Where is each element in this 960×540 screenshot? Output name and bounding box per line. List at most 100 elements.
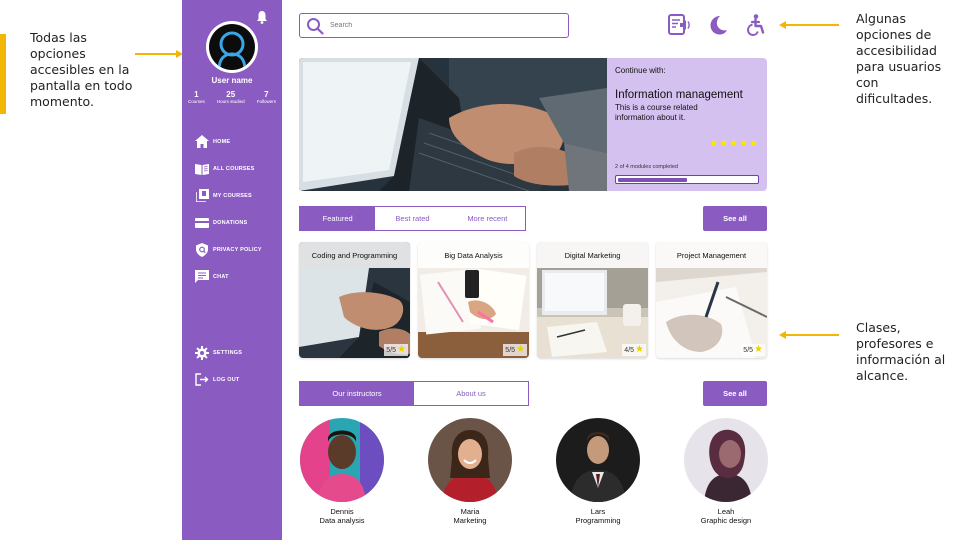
annotation-left: Todas las opciones accesibles en la pant… — [30, 30, 133, 109]
tab-more-recent[interactable]: More recent — [450, 207, 525, 230]
tab-featured[interactable]: Featured — [300, 207, 376, 230]
sidebar-item-label: PRIVACY POLICY — [213, 246, 262, 253]
tab-our-instructors[interactable]: Our instructors — [300, 382, 414, 405]
course-progress-bar — [615, 175, 759, 184]
instructor-name: Leah — [717, 507, 735, 516]
see-all-instructors-button[interactable]: See all — [703, 381, 767, 406]
stat-value: 25 — [226, 90, 236, 99]
course-card-digital-marketing[interactable]: Digital Marketing 4/5 ★ — [537, 242, 648, 358]
stat-followers: 7 Followers — [257, 90, 276, 104]
chat-icon — [195, 270, 209, 284]
course-card-coding[interactable]: Coding and Programming 5/5 ★ — [299, 242, 410, 358]
instructor-card-maria[interactable]: Maria Marketing — [428, 418, 512, 525]
book-open-icon — [195, 162, 209, 176]
sidebar-item-label: HOME — [213, 138, 231, 145]
sidebar: User name 1 Courses 25 Hours studied 7 F… — [182, 0, 282, 540]
tab-best-rated[interactable]: Best rated — [375, 207, 449, 230]
stat-label: Hours studied — [216, 99, 245, 104]
course-rating-value: 5/5 — [386, 346, 397, 354]
course-rating: 5/5 ★ — [503, 344, 527, 356]
instructor-role: Graphic design — [700, 516, 752, 525]
course-title: Digital Marketing — [537, 242, 648, 268]
stat-value: 1 — [194, 90, 199, 99]
modules-progress-text: 2 of 4 modules completed — [615, 164, 678, 170]
home-icon — [195, 135, 209, 149]
instructor-name: Dennis — [330, 507, 354, 516]
instructor-card-dennis[interactable]: Dennis Data analysis — [300, 418, 384, 525]
star-icon: ★ — [397, 344, 406, 355]
annotation-arrow-left — [135, 50, 183, 58]
course-card-big-data[interactable]: Big Data Analysis 5/5 ★ — [418, 242, 529, 358]
card-icon — [195, 216, 209, 230]
sidebar-item-donations[interactable]: DONATIONS — [195, 209, 262, 236]
stat-label: Followers — [256, 99, 276, 104]
logout-icon — [195, 373, 209, 387]
continue-course-banner[interactable]: Continue with: Information management Th… — [299, 58, 767, 191]
sidebar-item-label: LOG OUT — [213, 376, 240, 383]
read-aloud-icon[interactable] — [667, 13, 691, 37]
rating-stars: ★★★★★ — [709, 138, 759, 149]
sidebar-item-settings[interactable]: SETTINGS — [195, 339, 242, 366]
course-rating-value: 5/5 — [743, 346, 754, 354]
accessibility-icon[interactable] — [743, 13, 767, 37]
search-input[interactable] — [330, 19, 560, 32]
continue-panel: Continue with: Information management Th… — [607, 58, 767, 191]
course-title: Project Management — [656, 242, 767, 268]
progress-fill — [617, 177, 687, 182]
user-stats: 1 Courses 25 Hours studied 7 Followers — [188, 90, 276, 104]
username: User name — [211, 76, 253, 85]
star-icon: ★ — [635, 344, 644, 355]
instructor-role: Data analysis — [319, 516, 365, 525]
current-course-title[interactable]: Information management — [615, 89, 759, 101]
library-icon — [195, 189, 209, 203]
course-rating-value: 4/5 — [624, 346, 635, 354]
dark-mode-icon[interactable] — [706, 13, 730, 37]
stat-courses: 1 Courses — [188, 90, 205, 104]
sidebar-item-label: SETTINGS — [213, 349, 243, 356]
instructor-card-lars[interactable]: Lars Programming — [556, 418, 640, 525]
course-rating: 4/5 ★ — [622, 344, 646, 356]
info-tabs: Our instructors About us — [299, 381, 529, 406]
sidebar-item-my-courses[interactable]: MY COURSES — [195, 182, 262, 209]
sidebar-item-logout[interactable]: LOG OUT — [195, 366, 242, 393]
instructor-photo — [300, 418, 384, 502]
sidebar-bottom-nav: SETTINGS LOG OUT — [195, 339, 242, 393]
annotation-arrow-right-top — [779, 21, 839, 29]
sidebar-item-label: CHAT — [213, 273, 229, 280]
annotation-arrow-right-bottom — [779, 331, 839, 339]
instructor-card-leah[interactable]: Leah Graphic design — [684, 418, 768, 525]
instructor-name: Lars — [590, 507, 606, 516]
gear-icon — [195, 345, 209, 360]
annotation-marker — [0, 34, 6, 114]
star-icon: ★ — [754, 344, 763, 355]
sidebar-item-label: DONATIONS — [213, 219, 248, 226]
see-all-courses-button[interactable]: See all — [703, 206, 767, 231]
continue-label: Continue with: — [615, 66, 666, 75]
instructor-photo — [684, 418, 768, 502]
instructor-photo — [428, 418, 512, 502]
instructor-role: Programming — [575, 516, 621, 525]
stat-label: Courses — [188, 99, 205, 104]
course-rating: 5/5 ★ — [741, 344, 765, 356]
course-rating: 5/5 ★ — [384, 344, 408, 356]
sidebar-item-home[interactable]: HOME — [195, 128, 262, 155]
user-avatar-icon — [217, 31, 247, 70]
sidebar-item-chat[interactable]: CHAT — [195, 263, 262, 290]
shield-icon — [195, 242, 209, 257]
hero-laptop-image — [299, 58, 607, 191]
search-icon[interactable] — [306, 17, 324, 35]
annotation-right-top: Algunas opciones de accesibilidad para u… — [856, 11, 942, 106]
current-course-description: This is a course related information abo… — [615, 103, 698, 122]
course-rating-value: 5/5 — [505, 346, 516, 354]
annotation-right-bottom: Clases, profesores e información al alca… — [856, 320, 946, 383]
sidebar-nav: HOME ALL COURSES MY COURSES DONATIONS PR… — [195, 128, 262, 290]
tab-about-us[interactable]: About us — [414, 382, 528, 405]
instructor-name: Maria — [460, 507, 480, 516]
course-title: Coding and Programming — [299, 242, 410, 268]
search-bar — [299, 13, 569, 38]
avatar[interactable] — [206, 21, 258, 73]
sidebar-item-all-courses[interactable]: ALL COURSES — [195, 155, 262, 182]
course-card-project-management[interactable]: Project Management 5/5 ★ — [656, 242, 767, 358]
notification-bell-icon[interactable] — [256, 10, 268, 24]
sidebar-item-privacy[interactable]: PRIVACY POLICY — [195, 236, 262, 263]
